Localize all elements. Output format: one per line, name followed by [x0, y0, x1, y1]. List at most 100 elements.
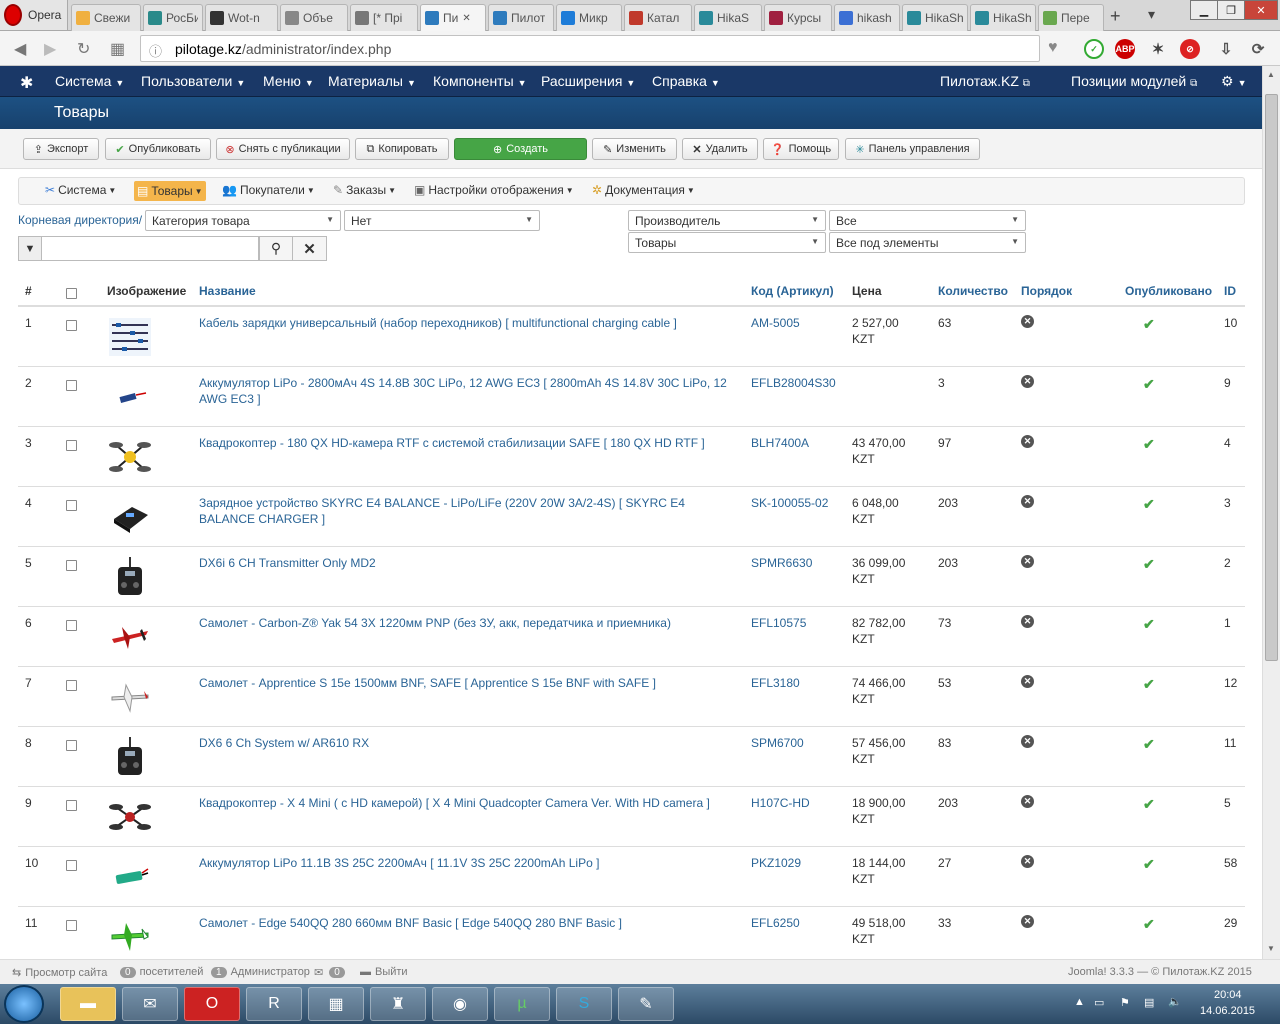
product-name-link[interactable]: Квадрокоптер - 180 QX HD-камера RTF с си…	[199, 435, 739, 451]
clock-date[interactable]: 14.06.2015	[1200, 1005, 1255, 1017]
menu-menus[interactable]: Меню ▼	[263, 73, 314, 89]
calculator-taskbar-icon[interactable]: ▦	[308, 987, 364, 1021]
product-name-link[interactable]: Зарядное устройство SKYRC E4 BALANCE - L…	[199, 495, 739, 527]
submenu-system[interactable]: ✂ Система ▼	[45, 183, 116, 197]
export-button[interactable]: ⇪ Экспорт	[23, 138, 99, 160]
opera-menu-button[interactable]: Opera	[0, 0, 68, 30]
maximize-button[interactable]: ❐	[1217, 0, 1245, 20]
browser-tab[interactable]: HikaSh	[970, 4, 1036, 31]
row-checkbox[interactable]	[66, 800, 77, 811]
product-image[interactable]	[107, 615, 152, 659]
extension-icon[interactable]: ✶	[1148, 39, 1168, 59]
manufacturer-select[interactable]: Производитель ▼	[628, 210, 826, 231]
product-image[interactable]	[107, 795, 152, 839]
product-image[interactable]	[107, 855, 152, 899]
product-code-link[interactable]: SPMR6630	[751, 555, 812, 571]
order-remove-icon[interactable]: ✕	[1021, 855, 1034, 868]
back-icon[interactable]: ◀	[14, 39, 26, 59]
submenu-display-settings[interactable]: ▣ Настройки отображения ▼	[414, 183, 574, 197]
product-code-link[interactable]: EFL3180	[751, 675, 800, 691]
product-name-link[interactable]: Квадрокоптер - X 4 Mini ( с HD камерой) …	[199, 795, 739, 811]
product-name-link[interactable]: Аккумулятор LiPo 11.1В 3S 25C 2200мАч [ …	[199, 855, 739, 871]
product-image[interactable]	[107, 435, 152, 479]
browser-tab[interactable]: HikaSh	[902, 4, 968, 31]
address-bar[interactable]: ⓘ pilotage.kz/administrator/index.php	[140, 35, 1040, 62]
stop-extension-icon[interactable]: ⊘	[1180, 39, 1200, 59]
product-name-link[interactable]: Кабель зарядки универсальный (набор пере…	[199, 315, 739, 331]
row-checkbox[interactable]	[66, 740, 77, 751]
close-tab-icon[interactable]: ✕	[462, 13, 470, 24]
header-quantity[interactable]: Количество	[938, 284, 1008, 298]
publish-button[interactable]: ✔ Опубликовать	[105, 138, 211, 160]
header-name[interactable]: Название	[199, 284, 256, 298]
start-button[interactable]	[4, 985, 44, 1023]
shield-extension-icon[interactable]: ✓	[1084, 39, 1104, 59]
published-check-icon[interactable]: ✔	[1143, 316, 1155, 333]
close-window-button[interactable]: ✕	[1244, 0, 1278, 20]
browser-tab[interactable]: Wot-n	[205, 4, 278, 31]
browser-tab[interactable]: Свежи	[71, 4, 141, 31]
product-image[interactable]	[107, 315, 152, 359]
create-button[interactable]: ⊕ Создать	[454, 138, 587, 160]
published-check-icon[interactable]: ✔	[1143, 436, 1155, 453]
row-checkbox[interactable]	[66, 500, 77, 511]
new-tab-icon[interactable]: +	[1110, 6, 1121, 27]
unpublish-button[interactable]: ⊗ Снять с публикации	[216, 138, 350, 160]
browser-tab[interactable]: Пилот	[488, 4, 554, 31]
page-info-icon[interactable]: ⓘ	[149, 41, 162, 60]
browser-tab[interactable]: Объе	[280, 4, 348, 31]
published-check-icon[interactable]: ✔	[1143, 496, 1155, 513]
product-code-link[interactable]: SK-100055-02	[751, 495, 828, 511]
product-name-link[interactable]: DX6i 6 CH Transmitter Only MD2	[199, 555, 739, 571]
dashboard-button[interactable]: ✳ Панель управления	[845, 138, 980, 160]
scrollbar-thumb[interactable]	[1265, 94, 1278, 661]
chrome-taskbar-icon[interactable]: ◉	[432, 987, 488, 1021]
speed-dial-icon[interactable]: ▦	[110, 39, 125, 59]
published-check-icon[interactable]: ✔	[1143, 676, 1155, 693]
product-image[interactable]	[107, 555, 152, 599]
network-icon[interactable]: ▤	[1144, 996, 1154, 1009]
search-input[interactable]	[42, 236, 259, 261]
menu-extensions[interactable]: Расширения ▼	[541, 73, 635, 89]
product-code-link[interactable]: BLH7400A	[751, 435, 809, 451]
copy-button[interactable]: ⧉ Копировать	[355, 138, 449, 160]
product-name-link[interactable]: Самолет - Apprentice S 15e 1500мм BNF, S…	[199, 675, 739, 691]
utorrent-taskbar-icon[interactable]: µ	[494, 987, 550, 1021]
download-icon[interactable]: ⇩	[1216, 39, 1236, 59]
submenu-documentation[interactable]: ✲ Документация ▼	[592, 183, 695, 197]
row-checkbox[interactable]	[66, 560, 77, 571]
product-code-link[interactable]: AM-5005	[751, 315, 800, 331]
vertical-scrollbar[interactable]: ▲ ▼	[1262, 66, 1280, 959]
browser-tab[interactable]: Пере	[1038, 4, 1104, 31]
order-remove-icon[interactable]: ✕	[1021, 615, 1034, 628]
settings-gear-icon[interactable]: ⚙ ▼	[1221, 73, 1246, 90]
scroll-up-icon[interactable]: ▲	[1267, 70, 1275, 79]
published-check-icon[interactable]: ✔	[1143, 856, 1155, 873]
help-button[interactable]: ❓ Помощь	[763, 138, 839, 160]
joomla-logo-icon[interactable]: ✱	[20, 73, 33, 93]
product-image[interactable]	[107, 915, 152, 959]
product-image[interactable]	[107, 375, 152, 419]
root-category-link[interactable]: Корневая директория/	[18, 213, 142, 227]
edit-button[interactable]: ✎ Изменить	[592, 138, 677, 160]
submenu-customers[interactable]: 👥 Покупатели ▼	[222, 183, 315, 197]
explorer-taskbar-icon[interactable]: ▬	[60, 987, 116, 1021]
select-all-checkbox[interactable]	[66, 288, 77, 299]
published-check-icon[interactable]: ✔	[1143, 616, 1155, 633]
order-remove-icon[interactable]: ✕	[1021, 375, 1034, 388]
published-check-icon[interactable]: ✔	[1143, 736, 1155, 753]
submenu-orders[interactable]: ✎ Заказы ▼	[333, 183, 396, 197]
product-image[interactable]	[107, 495, 152, 539]
browser-tab[interactable]: hikash	[834, 4, 900, 31]
language-flag-icon[interactable]: ▭	[1094, 996, 1104, 1009]
action-center-icon[interactable]: ⚑	[1120, 996, 1130, 1009]
order-remove-icon[interactable]: ✕	[1021, 315, 1034, 328]
adblock-icon[interactable]: ABP	[1115, 39, 1135, 59]
skype-taskbar-icon[interactable]: S	[556, 987, 612, 1021]
view-site-link[interactable]: ⇆ Просмотр сайта	[12, 966, 107, 980]
product-code-link[interactable]: H107C-HD	[751, 795, 810, 811]
logout-link[interactable]: ▬ Выйти	[360, 966, 408, 978]
minimize-button[interactable]: ▁	[1190, 0, 1218, 20]
tray-expand-icon[interactable]: ▲	[1074, 996, 1085, 1008]
browser-tab[interactable]: Пи ✕	[420, 4, 486, 31]
